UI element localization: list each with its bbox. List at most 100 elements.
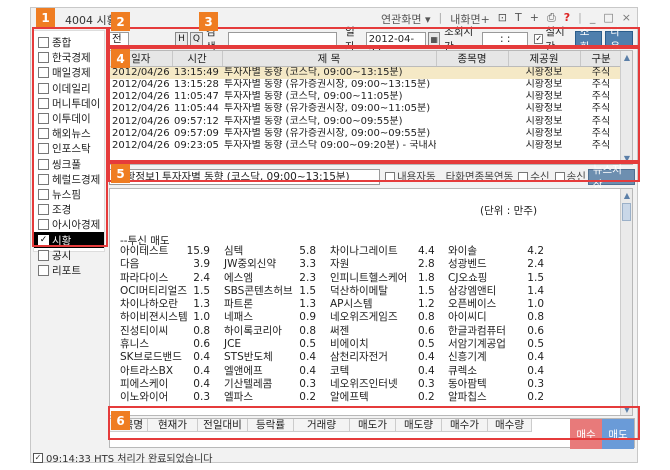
news-row[interactable]: 2012/04/26 13:15:49 투자자별 동향 (코스닥, 09:00~13… [110, 66, 622, 79]
sidebar-checkbox[interactable] [38, 188, 49, 200]
sidebar-checkbox[interactable] [38, 128, 49, 140]
market-combo[interactable]: 전 [109, 31, 130, 47]
sidebar-checkbox[interactable] [38, 52, 49, 64]
sidebar-checkbox[interactable] [38, 204, 49, 216]
sidebar-checkbox[interactable] [38, 143, 49, 155]
related-screen-menu[interactable]: 연관화면 ▾ [381, 11, 431, 27]
news-row[interactable]: 2012/04/26 09:23:05 투자자별 동향 (코스닥 09:00~09:… [110, 140, 622, 152]
date-input[interactable]: 2012-04-27 [365, 31, 427, 58]
column-header[interactable]: 종목명 [436, 51, 509, 67]
sidebar-checkbox[interactable] [38, 264, 49, 276]
content-stock-name: 코텍 [330, 364, 350, 377]
news-cell: 13:15:28 [174, 79, 219, 91]
news-cell: 주식 [591, 115, 611, 127]
search-input[interactable] [227, 31, 338, 47]
menu-divider: | [438, 11, 443, 24]
sidebar-item[interactable]: ✓ 시황 [34, 232, 104, 248]
news-list-scrollbar[interactable]: ▲ ▼ [620, 51, 632, 164]
time-input[interactable]: : : [482, 31, 529, 47]
content-row: 진성티이씨 0.8 하이록코리아 0.8 써젠 0.6 한글과컴퓨터 0.6 [120, 325, 620, 338]
badge-2: 2 [111, 12, 130, 31]
calendar-icon[interactable]: ▦ [428, 31, 441, 47]
news-cell [436, 66, 508, 79]
column-header[interactable]: 시간 [172, 51, 223, 67]
sidebar-item[interactable]: 머니투데이 [34, 96, 104, 111]
headline-text: [시황정보] 투자자별 동향 (코스닥, 09:00~13:15분) [109, 168, 380, 185]
sidebar-item[interactable]: 해외뉴스 [34, 126, 104, 141]
content-value: 0.5 [299, 338, 316, 351]
save-news-button[interactable]: 뉴스저장 [587, 164, 635, 191]
sidebar-checkbox[interactable] [38, 249, 49, 261]
send-checkbox[interactable] [554, 171, 565, 182]
sidebar-item[interactable]: 한국경제 [34, 50, 104, 65]
scroll-down-icon[interactable]: ▼ [621, 403, 632, 415]
quote-column-header: 등락률 [248, 419, 294, 432]
sidebar-item[interactable]: 씽크풀 [34, 157, 104, 172]
sidebar-checkbox[interactable]: ✓ [38, 234, 49, 246]
content-value: 0.3 [299, 377, 316, 390]
sidebar-item[interactable]: 인포스탁 [34, 141, 104, 156]
sidebar-item[interactable]: 리포트 [34, 263, 104, 278]
query-button[interactable]: 조회 [574, 26, 603, 53]
pin-icon[interactable]: ⊡ [498, 11, 507, 27]
sidebar-item[interactable]: 종합 [34, 35, 104, 50]
sidebar-checkbox[interactable] [38, 97, 49, 109]
column-header[interactable]: 제공원 [508, 51, 581, 67]
sidebar-checkbox[interactable] [38, 173, 49, 185]
scroll-up-icon[interactable]: ▲ [621, 189, 632, 201]
sidebar-checkbox[interactable] [38, 37, 49, 49]
scroll-up-icon[interactable]: ▲ [621, 51, 632, 63]
send-option[interactable]: 송신 [554, 169, 586, 184]
receive-checkbox[interactable] [518, 171, 529, 182]
plus-icon[interactable]: + [530, 11, 539, 27]
realtime-checkbox[interactable]: ✓ [534, 34, 544, 44]
sidebar-checkbox[interactable] [38, 113, 49, 125]
content-stock-name: 삼강엠앤티 [448, 284, 497, 297]
content-value: 0.8 [193, 324, 210, 337]
headline-bar: [시황정보] 투자자별 동향 (코스닥, 09:00~13:15분) 내용자동 … [109, 164, 635, 191]
status-text: 09:14:33 HTS 처리가 완료되었습니다 [46, 454, 213, 465]
font-icon[interactable]: T [515, 11, 522, 27]
sidebar-checkbox[interactable] [38, 158, 49, 170]
news-row[interactable]: 2012/04/26 09:57:12 투자자별 동향 (코스닥, 09:00~09… [110, 116, 622, 128]
sidebar-item[interactable]: 매일경제 [34, 65, 104, 80]
sidebar-checkbox[interactable] [38, 67, 49, 79]
h-button[interactable]: H [175, 31, 188, 47]
sidebar-item[interactable]: 헤럴드경제 [34, 172, 104, 187]
content-stock-name: 삼천리자전거 [330, 351, 388, 364]
auto-content-option[interactable]: 내용자동 [384, 169, 436, 184]
link-screen-label[interactable]: 타화면종목연동 [446, 169, 514, 184]
news-window: 4004 시황 연관화면 ▾ | 내화면+ ⊡ T + ⎙ ? | _ □ × … [30, 7, 638, 465]
news-row[interactable]: 2012/04/26 13:15:28 투자자별 동향 (유가증권시장, 09:00… [110, 79, 622, 91]
news-content-scrollbar[interactable]: ▲ ▼ [620, 189, 632, 415]
q-button[interactable]: Q [189, 31, 203, 47]
auto-content-checkbox[interactable] [384, 171, 395, 182]
content-value: 1.5 [299, 284, 316, 297]
badge-5: 5 [111, 164, 130, 183]
sidebar-item[interactable]: 이투데이 [34, 111, 104, 126]
sidebar-checkbox[interactable] [38, 219, 49, 231]
news-row[interactable]: 2012/04/26 11:05:47 투자자별 동향 (코스닥, 09:00~11… [110, 91, 622, 103]
news-cell: 2012/04/26 [112, 127, 170, 139]
column-header[interactable]: 구분 [580, 51, 623, 67]
receive-option[interactable]: 수신 [518, 169, 550, 184]
sidebar-item[interactable]: 뉴스핌 [34, 187, 104, 202]
news-cell: 투자자별 동향 (코스닥, 09:00~13:15분) [222, 66, 436, 79]
news-row[interactable]: 2012/04/26 11:05:44 투자자별 동향 (유가증권시장, 09:00… [110, 103, 622, 115]
news-cell: 투자자별 동향 (코스닥 09:00~09:20분) - 국내사 외국 [224, 140, 436, 152]
content-stock-name: 피에스케이 [120, 377, 169, 390]
buy-button[interactable]: 매수 [570, 419, 602, 449]
sidebar-checkbox[interactable] [38, 82, 49, 94]
news-cell: 11:05:47 [174, 91, 219, 103]
sidebar-item[interactable]: 공시 [34, 248, 104, 263]
sidebar-item[interactable]: 이데일리 [34, 81, 104, 96]
scroll-thumb[interactable] [622, 203, 631, 221]
content-row: 다음 3.9 JW중외신약 3.3 자원 2.8 성광벤드 2.4 [120, 258, 620, 271]
sell-button[interactable]: 매도 [602, 419, 634, 449]
news-row[interactable]: 2012/04/26 09:57:09 투자자별 동향 (유가증권시장, 09:00… [110, 128, 622, 140]
sidebar-item[interactable]: 아시아경제 [34, 217, 104, 232]
sidebar-item[interactable]: 조경 [34, 202, 104, 217]
next-button[interactable]: 다음 [605, 26, 633, 53]
content-value: 1.4 [527, 284, 544, 297]
column-header[interactable]: 제 목 [222, 51, 437, 67]
